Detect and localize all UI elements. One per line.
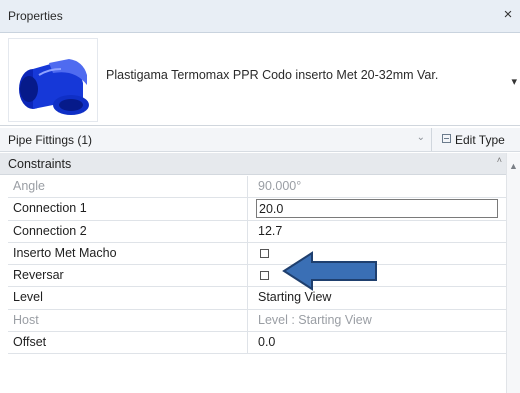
edit-type-button[interactable]: Edit Type [436, 128, 520, 151]
connection-2-value[interactable]: 12.7 [258, 221, 506, 242]
type-name: Plastigama Termomax PPR Codo inserto Met… [106, 68, 439, 82]
category-filter-dropdown[interactable]: Pipe Fittings (1) ⌄ [0, 128, 432, 151]
property-name: Offset [8, 332, 248, 354]
type-selector[interactable]: Plastigama Termomax PPR Codo inserto Met… [0, 33, 520, 126]
section-header-constraints[interactable]: Constraints ˄ [0, 153, 520, 175]
arrow-left-icon [282, 251, 377, 291]
property-row-angle: Angle 90.000° [8, 176, 506, 199]
property-value: Level : Starting View [258, 312, 372, 327]
section-label: Constraints [8, 157, 72, 171]
property-name: Connection 1 [8, 198, 248, 220]
property-name: Host [8, 309, 248, 332]
edit-type-label: Edit Type [455, 133, 505, 147]
property-name: Angle [8, 176, 248, 198]
inserto-met-macho-checkbox[interactable] [260, 248, 269, 258]
connection-1-input[interactable]: 20.0 [256, 199, 498, 219]
property-name: Inserto Met Macho [8, 242, 248, 265]
property-name: Level [8, 287, 248, 309]
reversar-checkbox[interactable] [260, 271, 269, 281]
properties-grid: Angle 90.000° Connection 1 20.0 Connecti… [8, 176, 506, 355]
chevron-down-icon[interactable]: ▾ [511, 75, 517, 88]
property-row-connection-1[interactable]: Connection 1 20.0 [8, 198, 506, 221]
property-row-offset[interactable]: Offset 0.0 [8, 332, 506, 355]
filter-bar: Pipe Fittings (1) ⌄ Edit Type [0, 128, 520, 152]
property-row-level[interactable]: Level Starting View [8, 287, 506, 310]
edit-type-icon [442, 134, 451, 143]
offset-value[interactable]: 0.0 [258, 332, 506, 353]
close-icon[interactable]: × [500, 6, 516, 24]
property-value: 90.000° [258, 179, 302, 193]
scroll-up-icon[interactable]: ▲ [509, 161, 518, 171]
property-row-reversar[interactable]: Reversar [8, 265, 506, 288]
property-row-connection-2[interactable]: Connection 2 12.7 [8, 220, 506, 243]
category-filter-label: Pipe Fittings (1) [8, 133, 93, 147]
vertical-scrollbar[interactable]: ▲ [506, 153, 520, 393]
panel-title: Properties [8, 9, 63, 23]
property-row-inserto-met-macho[interactable]: Inserto Met Macho [8, 242, 506, 266]
collapse-icon[interactable]: ˄ [497, 155, 502, 165]
properties-title-bar: Properties × [0, 0, 520, 33]
chevron-down-icon: ⌄ [416, 132, 425, 143]
property-name: Reversar [8, 265, 248, 287]
property-name: Connection 2 [8, 220, 248, 242]
pipe-elbow-fitting-icon [8, 38, 98, 122]
property-row-host: Host Level : Starting View [8, 309, 506, 333]
